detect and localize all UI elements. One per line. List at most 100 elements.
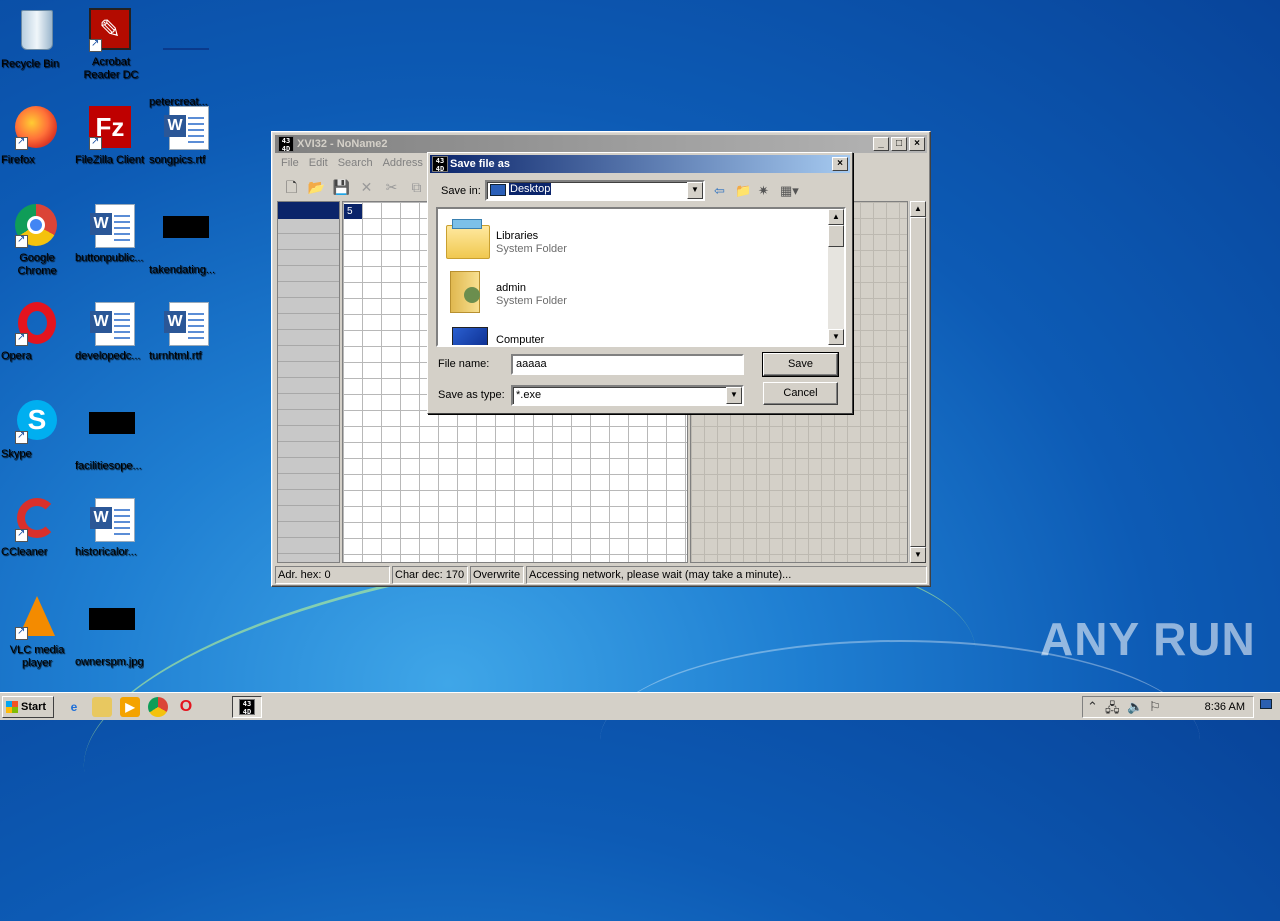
filezilla-icon: Fz: [89, 106, 133, 150]
delete-icon[interactable]: ✕: [355, 176, 378, 198]
shortcut-arrow-icon: [89, 37, 102, 52]
acrobat-icon: ✎: [89, 8, 133, 52]
shortcut-arrow-icon: [89, 135, 102, 150]
save-in-dropdown[interactable]: Desktop ▼: [485, 180, 705, 201]
word-document-icon: [163, 106, 209, 150]
desktop-icon-ccleaner[interactable]: CCleaner: [0, 498, 74, 558]
dialog-close-button[interactable]: ×: [832, 157, 848, 171]
menu-edit[interactable]: Edit: [306, 155, 335, 171]
action-center-flag-icon[interactable]: ⚐: [1149, 699, 1161, 715]
media-player-icon[interactable]: ▶: [120, 697, 140, 717]
vlc-cone-icon: [15, 596, 59, 640]
status-message: Accessing network, please wait (may take…: [526, 566, 927, 584]
back-arrow-icon[interactable]: ⇦: [714, 183, 725, 199]
address-pane[interactable]: [277, 201, 340, 563]
file-list-scrollbar[interactable]: ▲ ▼: [828, 209, 844, 345]
explorer-folder-icon[interactable]: [92, 697, 112, 717]
desktop-icon-google-chrome[interactable]: Google Chrome: [0, 204, 74, 277]
desktop-icon-skype[interactable]: S Skype: [0, 400, 74, 460]
desktop-icon-filezilla[interactable]: Fz FileZilla Client: [74, 106, 148, 166]
show-hidden-icons-icon[interactable]: ⌃: [1087, 699, 1098, 715]
scroll-down-arrow-icon[interactable]: ▼: [910, 547, 926, 563]
view-menu-icon[interactable]: ▦▾: [780, 183, 799, 199]
xvi32-app-icon: 43 4D: [278, 136, 294, 153]
ccleaner-icon: [15, 498, 59, 542]
vertical-scrollbar[interactable]: ▲ ▼: [909, 201, 926, 563]
xvi32-app-icon: 43 4D: [432, 156, 448, 173]
menu-search[interactable]: Search: [335, 155, 380, 171]
save-button[interactable]: Save: [762, 352, 839, 377]
taskbar-xvi32-button[interactable]: 43 4D: [232, 696, 262, 718]
maximize-button[interactable]: □: [891, 137, 907, 151]
desktop-icon-buttonpublic[interactable]: buttonpublic...: [74, 204, 148, 264]
scroll-down-arrow-icon[interactable]: ▼: [828, 329, 844, 345]
file-name: Libraries: [496, 230, 539, 242]
desktop-icon-acrobat[interactable]: ✎ Acrobat Reader DC: [74, 8, 148, 81]
open-folder-icon[interactable]: 📂: [305, 176, 328, 198]
close-button[interactable]: ×: [909, 137, 925, 151]
new-folder-icon[interactable]: ✷: [758, 183, 769, 199]
menu-file[interactable]: File: [278, 155, 306, 171]
save-disk-icon[interactable]: 💾: [330, 176, 353, 198]
cut-icon[interactable]: ✂: [380, 176, 403, 198]
chrome-icon: [15, 204, 59, 248]
desktop-icon-historicalor[interactable]: historicalor...: [74, 498, 148, 558]
show-desktop-button[interactable]: [1260, 699, 1272, 709]
minimize-button[interactable]: _: [873, 137, 889, 151]
firefox-icon: [15, 106, 59, 150]
file-name: Computer: [496, 334, 545, 346]
desktop-icon-opera[interactable]: Opera: [0, 302, 74, 362]
main-titlebar[interactable]: 43 4D XVI32 - NoName2 _ □ ×: [275, 135, 927, 153]
internet-explorer-icon[interactable]: e: [64, 697, 84, 717]
scroll-up-arrow-icon[interactable]: ▲: [910, 201, 926, 217]
scroll-thumb[interactable]: [910, 217, 926, 547]
redacted-thumbnail-icon: [163, 216, 209, 260]
save-in-value: Desktop: [509, 183, 552, 195]
file-name: admin: [496, 282, 526, 294]
desktop-icon-takendating[interactable]: takendating...: [148, 204, 222, 276]
chevron-down-icon[interactable]: ▼: [726, 387, 742, 404]
start-button[interactable]: Start: [2, 696, 54, 718]
hex-selected-cell[interactable]: 5: [344, 204, 362, 219]
desktop-icon-turnhtml[interactable]: turnhtml.rtf: [148, 302, 222, 362]
watermark: ANY RUN: [1040, 613, 1256, 665]
opera-icon[interactable]: O: [176, 697, 196, 717]
dialog-titlebar[interactable]: 43 4D Save file as ×: [430, 155, 850, 173]
chrome-icon[interactable]: [148, 697, 168, 717]
desktop-icon-ownerspm[interactable]: ownerspm.jpg: [74, 596, 148, 668]
redacted-thumbnail-icon: [89, 412, 135, 456]
status-bar: Adr. hex: 0 Char dec: 170 Overwrite Acce…: [275, 566, 927, 584]
chevron-down-icon[interactable]: ▼: [687, 182, 703, 199]
word-document-icon: [163, 302, 209, 346]
computer-icon: [444, 321, 490, 345]
main-window-title: XVI32 - NoName2: [297, 138, 388, 150]
volume-icon[interactable]: 🔈: [1127, 699, 1143, 715]
word-document-icon: [89, 498, 135, 542]
scroll-thumb[interactable]: [828, 225, 844, 247]
filename-input[interactable]: aaaaa: [511, 354, 744, 375]
file-list[interactable]: Libraries System Folder admin System Fol…: [436, 207, 846, 347]
network-icon[interactable]: 🖧: [1105, 699, 1120, 721]
file-type: System Folder: [496, 243, 567, 255]
save-in-label: Save in:: [441, 185, 481, 197]
taskbar: Start e ▶ O 43 4D ⌃ 🖧 🔈 ⚐ 8:36 AM: [0, 692, 1280, 720]
menu-address[interactable]: Address: [380, 155, 430, 171]
recycle-bin-icon: [15, 10, 59, 54]
save-file-dialog: 43 4D Save file as × Save in: Desktop ▼ ⇦…: [427, 152, 853, 414]
cancel-button[interactable]: Cancel: [763, 382, 838, 405]
desktop-icon-songpics[interactable]: songpics.rtf: [148, 106, 222, 166]
save-as-type-dropdown[interactable]: *.exe ▼: [511, 385, 744, 406]
desktop-icon: [490, 184, 506, 196]
desktop-icon-firefox[interactable]: Firefox: [0, 106, 74, 166]
copy-icon[interactable]: ⧉: [405, 176, 428, 198]
clock[interactable]: 8:36 AM: [1205, 701, 1245, 713]
desktop-icon-recycle-bin[interactable]: Recycle Bin: [0, 8, 74, 70]
desktop-icon-petercreat[interactable]: petercreat...: [148, 8, 222, 108]
status-address: Adr. hex: 0: [275, 566, 390, 584]
desktop-icon-developedc[interactable]: developedc...: [74, 302, 148, 362]
new-file-icon[interactable]: 🗋: [280, 176, 303, 198]
up-folder-icon[interactable]: 📁: [735, 183, 751, 199]
desktop-icon-vlc[interactable]: VLC media player: [0, 596, 74, 669]
scroll-up-arrow-icon[interactable]: ▲: [828, 209, 844, 225]
desktop-icon-facilitiesope[interactable]: facilitiesope...: [74, 400, 148, 472]
